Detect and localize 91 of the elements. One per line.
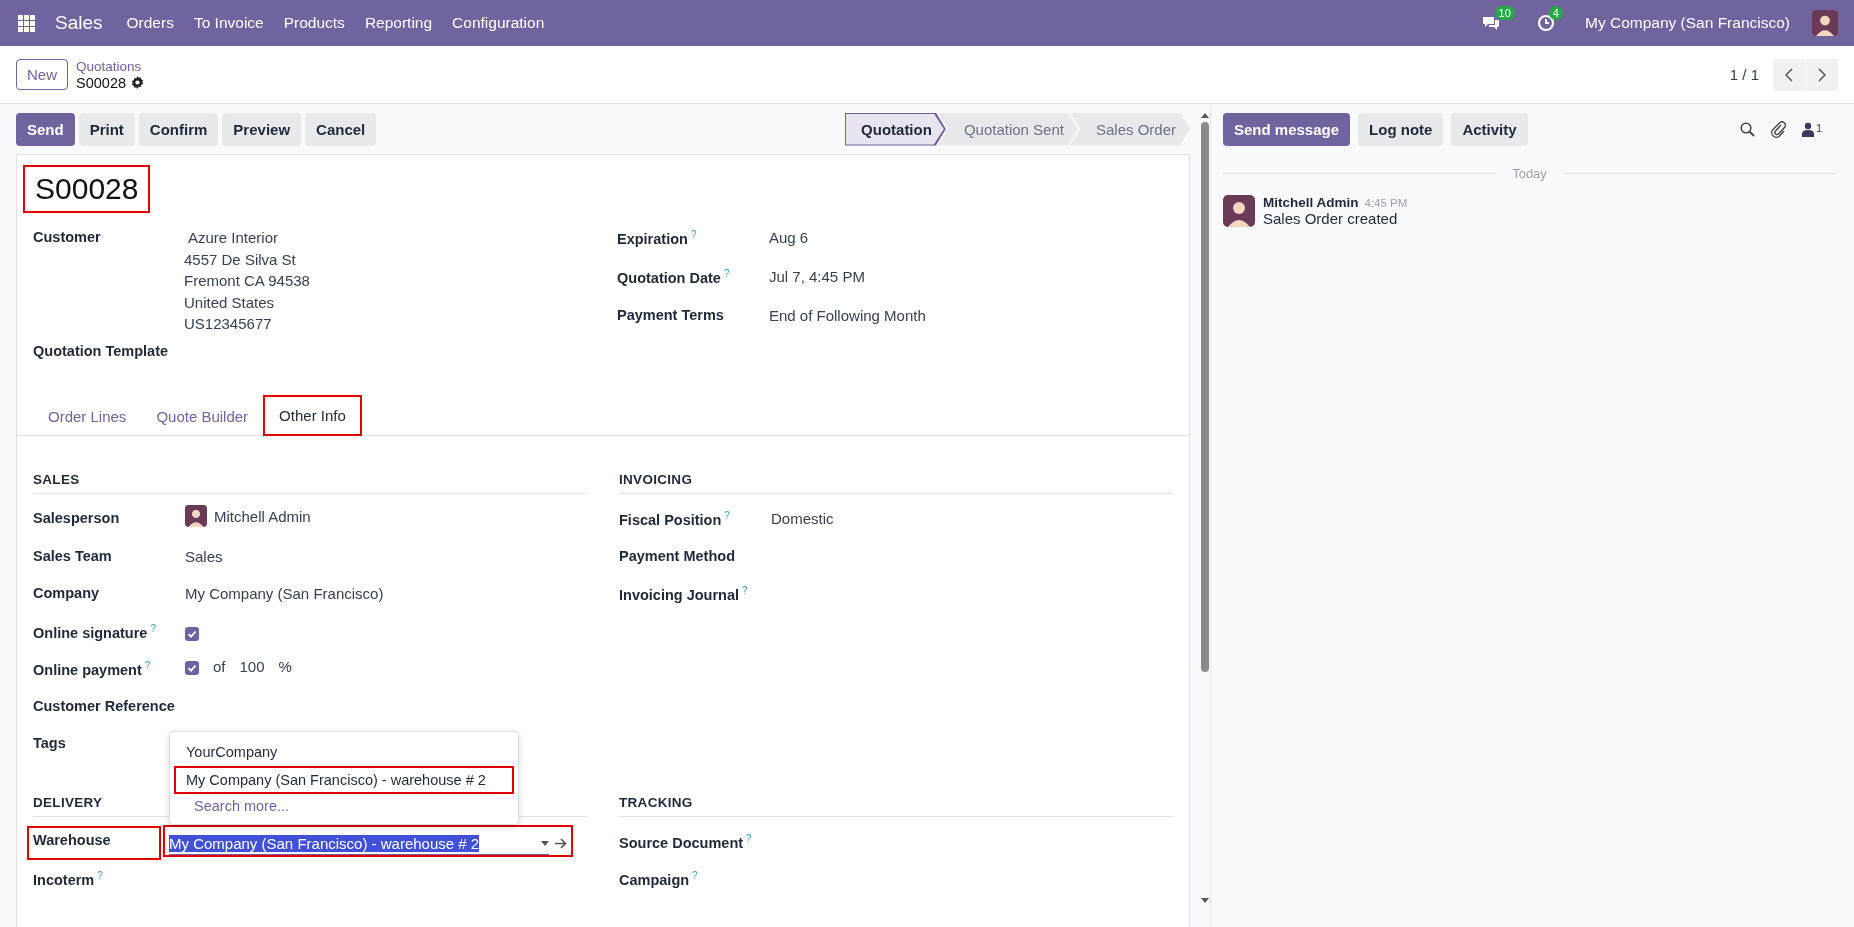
chevron-left-icon [1785, 67, 1793, 82]
apps-menu-icon[interactable] [18, 14, 35, 32]
field-label: of [213, 658, 226, 675]
field-label: Customer Reference [33, 696, 176, 714]
section-heading: TRACKING [619, 794, 1173, 817]
field-value[interactable]: Azure Interior [184, 227, 589, 249]
arrow-right-icon[interactable] [555, 838, 567, 849]
app-name[interactable]: Sales [55, 12, 103, 34]
new-button[interactable]: New [16, 59, 68, 90]
menu-item[interactable]: To Invoice [193, 14, 264, 32]
tab[interactable]: Order Lines [33, 395, 142, 436]
breadcrumb-link[interactable]: Quotations [76, 58, 144, 75]
section-heading: INVOICING [619, 472, 1173, 494]
gear-icon[interactable] [131, 76, 144, 89]
user-avatar [185, 505, 207, 527]
action-button[interactable]: Send [16, 112, 75, 146]
action-button[interactable]: Print [78, 112, 135, 146]
section-heading: SALES [33, 472, 587, 494]
address-line: Fremont CA 94538 [184, 271, 311, 291]
message-count-badge: 10 [1494, 6, 1515, 20]
field-value: Sales [184, 546, 224, 565]
field-label: Online payment $^{?}$ [33, 659, 152, 678]
tab[interactable]: Quote Builder [141, 395, 264, 436]
checkbox[interactable] [185, 660, 199, 675]
company-switcher[interactable]: My Company (San Francisco) [1585, 14, 1790, 32]
field-label: Incoterm $^{?}$ [33, 869, 104, 888]
field-label: Online signature $^{?}$ [33, 621, 157, 641]
field-value: Mitchell Admin [214, 507, 311, 525]
field-label: Warehouse [27, 825, 161, 860]
next-button[interactable] [1806, 58, 1838, 91]
status-stage[interactable]: Sales Order [1069, 112, 1190, 146]
message-time: 4:45 PM [1364, 197, 1408, 209]
action-button[interactable]: Confirm [138, 112, 219, 146]
search-icon[interactable] [1739, 121, 1755, 137]
address-line: US12345677 [184, 314, 273, 334]
field-label: Source Document $^{?}$ [619, 831, 753, 851]
address-line: United States [184, 292, 276, 313]
field-label: Payment Method [619, 546, 736, 564]
dropdown-option[interactable]: YourCompany [174, 737, 514, 766]
field-value: My Company (San Francisco) [184, 584, 385, 602]
field-label: Quotation Template [33, 342, 170, 359]
previous-button[interactable] [1773, 58, 1805, 91]
menu-item[interactable]: Reporting [364, 14, 433, 32]
dropdown-option[interactable]: My Company (San Francisco) - warehouse # 2 [174, 765, 514, 794]
search-more-link[interactable]: Search more... [170, 793, 518, 818]
field-label: Customer [33, 228, 102, 245]
follower-count: 1 [1815, 121, 1822, 134]
field-value: End of Following Month [768, 306, 927, 324]
field-label: Invoicing Journal $^{?}$ [619, 584, 749, 603]
message-body: Sales Order created [1263, 210, 1399, 227]
field-label: Quotation Date $^{?}$ [617, 267, 731, 286]
field-value: Jul 7, 4:45 PM [768, 267, 866, 285]
user-avatar [1812, 10, 1838, 36]
chevron-right-icon [1818, 67, 1826, 82]
pager-value: 1 / 1 [1729, 66, 1759, 83]
status-stage[interactable]: Quotation Sent [937, 112, 1078, 146]
record-name: S00028 [76, 74, 126, 91]
checkbox[interactable] [185, 626, 199, 641]
action-button[interactable]: Cancel [305, 112, 377, 146]
field-label: Salesperson [33, 509, 121, 526]
unit-label: % [278, 658, 292, 675]
person-icon[interactable] [1801, 121, 1814, 137]
caret-icon [541, 840, 549, 846]
field-value: Aug 6 [768, 228, 810, 246]
date-separator: Today [1512, 166, 1547, 181]
chatter-button[interactable]: Activity [1451, 112, 1528, 146]
chatter-button[interactable]: Send message [1223, 112, 1351, 146]
tab[interactable]: Other Info [263, 395, 362, 436]
activity-count-badge: 4 [1548, 6, 1563, 20]
menu-item[interactable]: Products [283, 14, 345, 32]
chat-icon[interactable] [1480, 14, 1501, 32]
field-label: Tags [33, 734, 67, 751]
paperclip-icon[interactable] [1770, 120, 1786, 138]
record-title: S00028 [23, 165, 151, 213]
action-button[interactable]: Preview [222, 112, 302, 146]
field-value: Domestic [770, 509, 835, 527]
field-value: 100 [239, 658, 265, 675]
field-label: Payment Terms [617, 306, 725, 323]
chatter-button[interactable]: Log note [1358, 112, 1444, 146]
field-label: Campaign $^{?}$ [619, 869, 699, 888]
message-author: Mitchell Admin [1263, 195, 1359, 210]
menu-item[interactable]: Orders [126, 14, 174, 32]
field-label: Expiration $^{?}$ [617, 228, 698, 247]
clock-icon[interactable] [1536, 14, 1555, 32]
address-line: 4557 De Silva St [184, 249, 297, 270]
field-label: Company [33, 584, 101, 601]
status-stage[interactable]: Quotation [845, 112, 946, 146]
field-label: Sales Team [33, 546, 113, 564]
field-label: Fiscal Position $^{?}$ [619, 509, 731, 528]
user-avatar [1223, 195, 1255, 227]
menu-item[interactable]: Configuration [452, 14, 545, 32]
